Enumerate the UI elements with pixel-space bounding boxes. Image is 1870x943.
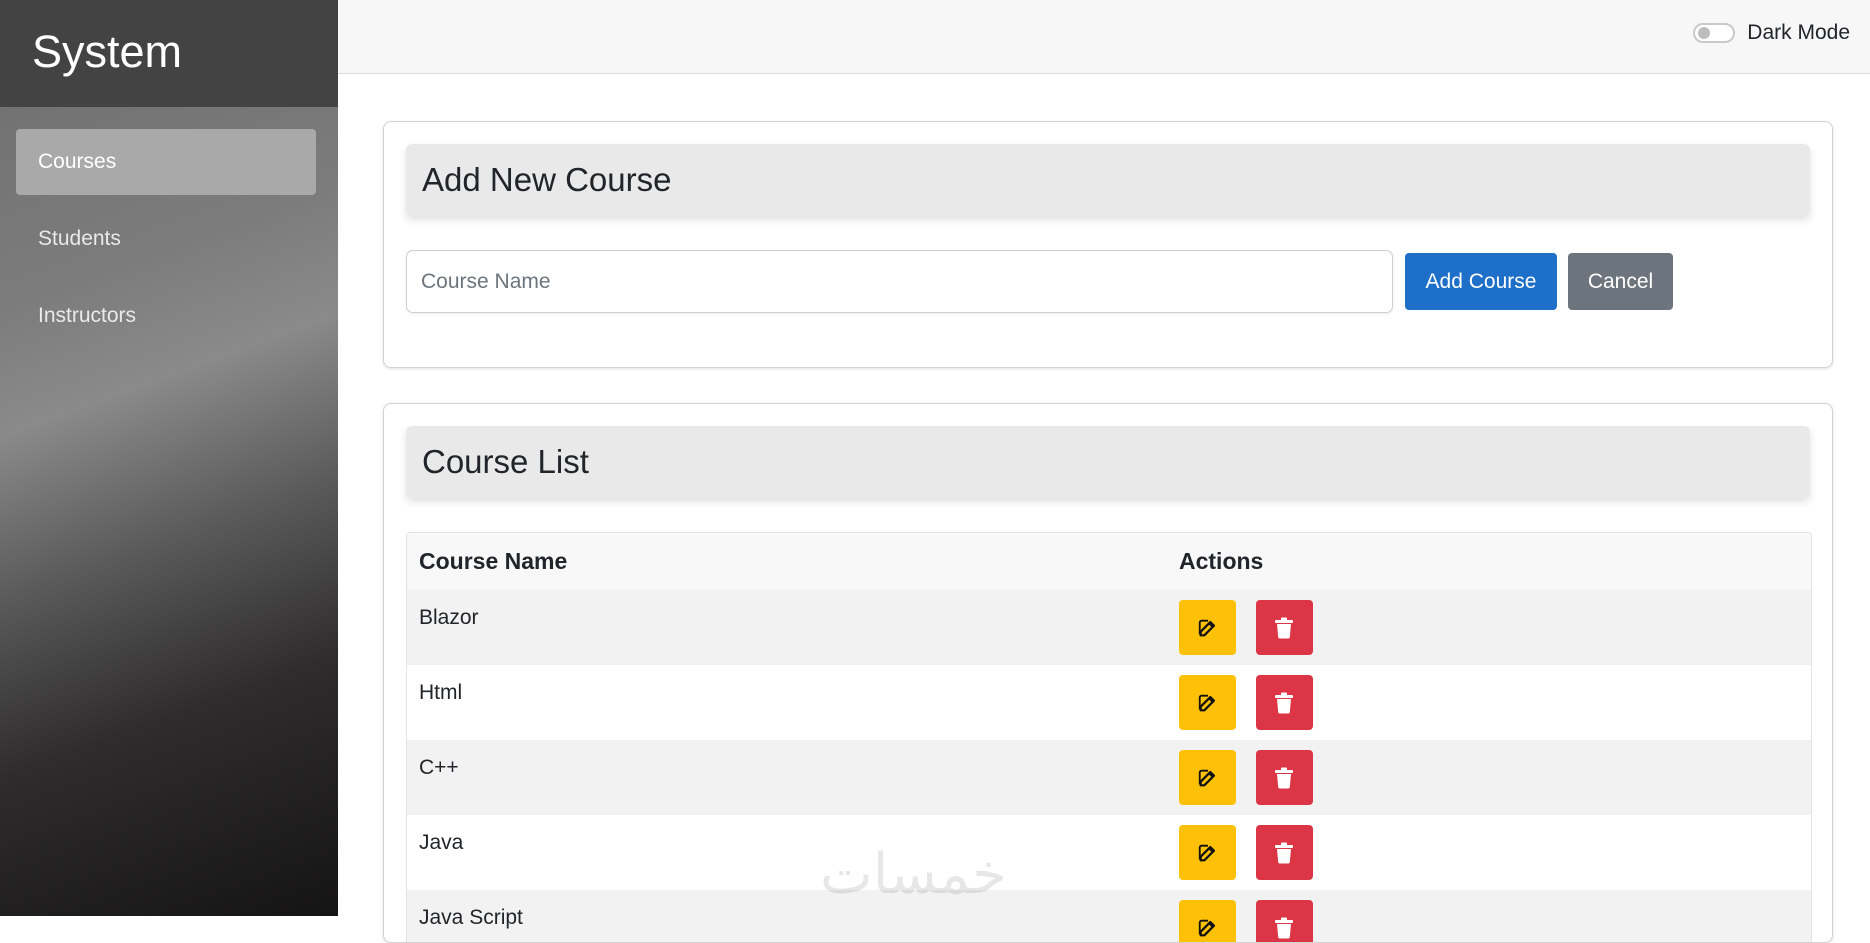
edit-button[interactable] xyxy=(1179,600,1236,655)
top-bar: Dark Mode xyxy=(338,0,1870,74)
brand-title: System xyxy=(0,0,338,107)
sidebar-item-courses[interactable]: Courses xyxy=(16,129,316,195)
course-name-cell: Java xyxy=(407,815,1167,890)
dark-mode-toggle[interactable] xyxy=(1693,23,1736,43)
table-row: Java Script xyxy=(407,890,1811,942)
table-row: Java xyxy=(407,815,1811,890)
course-name-cell: C++ xyxy=(407,740,1167,815)
add-course-card: Add New Course Add Course Cancel xyxy=(383,121,1833,368)
table-row: Blazor xyxy=(407,590,1811,665)
edit-button[interactable] xyxy=(1179,825,1236,880)
actions-cell xyxy=(1167,890,1811,942)
trash-icon xyxy=(1275,842,1294,864)
edit-button[interactable] xyxy=(1179,750,1236,805)
trash-icon xyxy=(1275,617,1294,639)
course-name-cell: Java Script xyxy=(407,890,1167,942)
actions-cell xyxy=(1167,740,1811,815)
delete-button[interactable] xyxy=(1255,600,1313,655)
course-list-card: Course List Course Name Actions Blazor H… xyxy=(383,403,1833,943)
dark-mode-control: Dark Mode xyxy=(1693,21,1850,45)
edit-icon xyxy=(1198,769,1215,786)
sidebar: System Courses Students Instructors xyxy=(0,0,338,916)
edit-icon xyxy=(1198,844,1215,861)
column-header-actions: Actions xyxy=(1167,533,1811,590)
add-course-header: Add New Course xyxy=(406,144,1810,216)
course-name-input[interactable] xyxy=(406,250,1393,313)
delete-button[interactable] xyxy=(1255,750,1313,805)
sidebar-nav: Courses Students Instructors xyxy=(0,107,338,349)
trash-icon xyxy=(1275,767,1294,789)
table-header-row: Course Name Actions xyxy=(407,533,1811,590)
course-name-cell: Html xyxy=(407,665,1167,740)
edit-icon xyxy=(1198,919,1215,936)
trash-icon xyxy=(1275,692,1294,714)
actions-cell xyxy=(1167,815,1811,890)
dark-mode-label: Dark Mode xyxy=(1747,21,1850,44)
sidebar-item-students[interactable]: Students xyxy=(16,206,316,272)
delete-button[interactable] xyxy=(1255,900,1313,942)
actions-cell xyxy=(1167,665,1811,740)
trash-icon xyxy=(1275,917,1294,939)
edit-icon xyxy=(1198,694,1215,711)
table-row: Html xyxy=(407,665,1811,740)
edit-button[interactable] xyxy=(1179,675,1236,730)
add-course-button[interactable]: Add Course xyxy=(1405,253,1557,310)
toggle-knob xyxy=(1698,27,1711,39)
delete-button[interactable] xyxy=(1255,825,1313,880)
column-header-course-name: Course Name xyxy=(407,533,1167,590)
cancel-button[interactable]: Cancel xyxy=(1568,253,1673,310)
actions-cell xyxy=(1167,590,1811,665)
edit-icon xyxy=(1198,619,1215,636)
course-table: Course Name Actions Blazor Html C++ Java… xyxy=(407,533,1811,942)
course-name-cell: Blazor xyxy=(407,590,1167,665)
course-list-header: Course List xyxy=(406,426,1810,498)
edit-button[interactable] xyxy=(1179,900,1236,942)
delete-button[interactable] xyxy=(1255,675,1313,730)
watermark: خمسات xyxy=(820,842,1007,907)
table-row: C++ xyxy=(407,740,1811,815)
sidebar-item-instructors[interactable]: Instructors xyxy=(16,283,316,349)
course-table-container: Course Name Actions Blazor Html C++ Java… xyxy=(406,532,1812,942)
